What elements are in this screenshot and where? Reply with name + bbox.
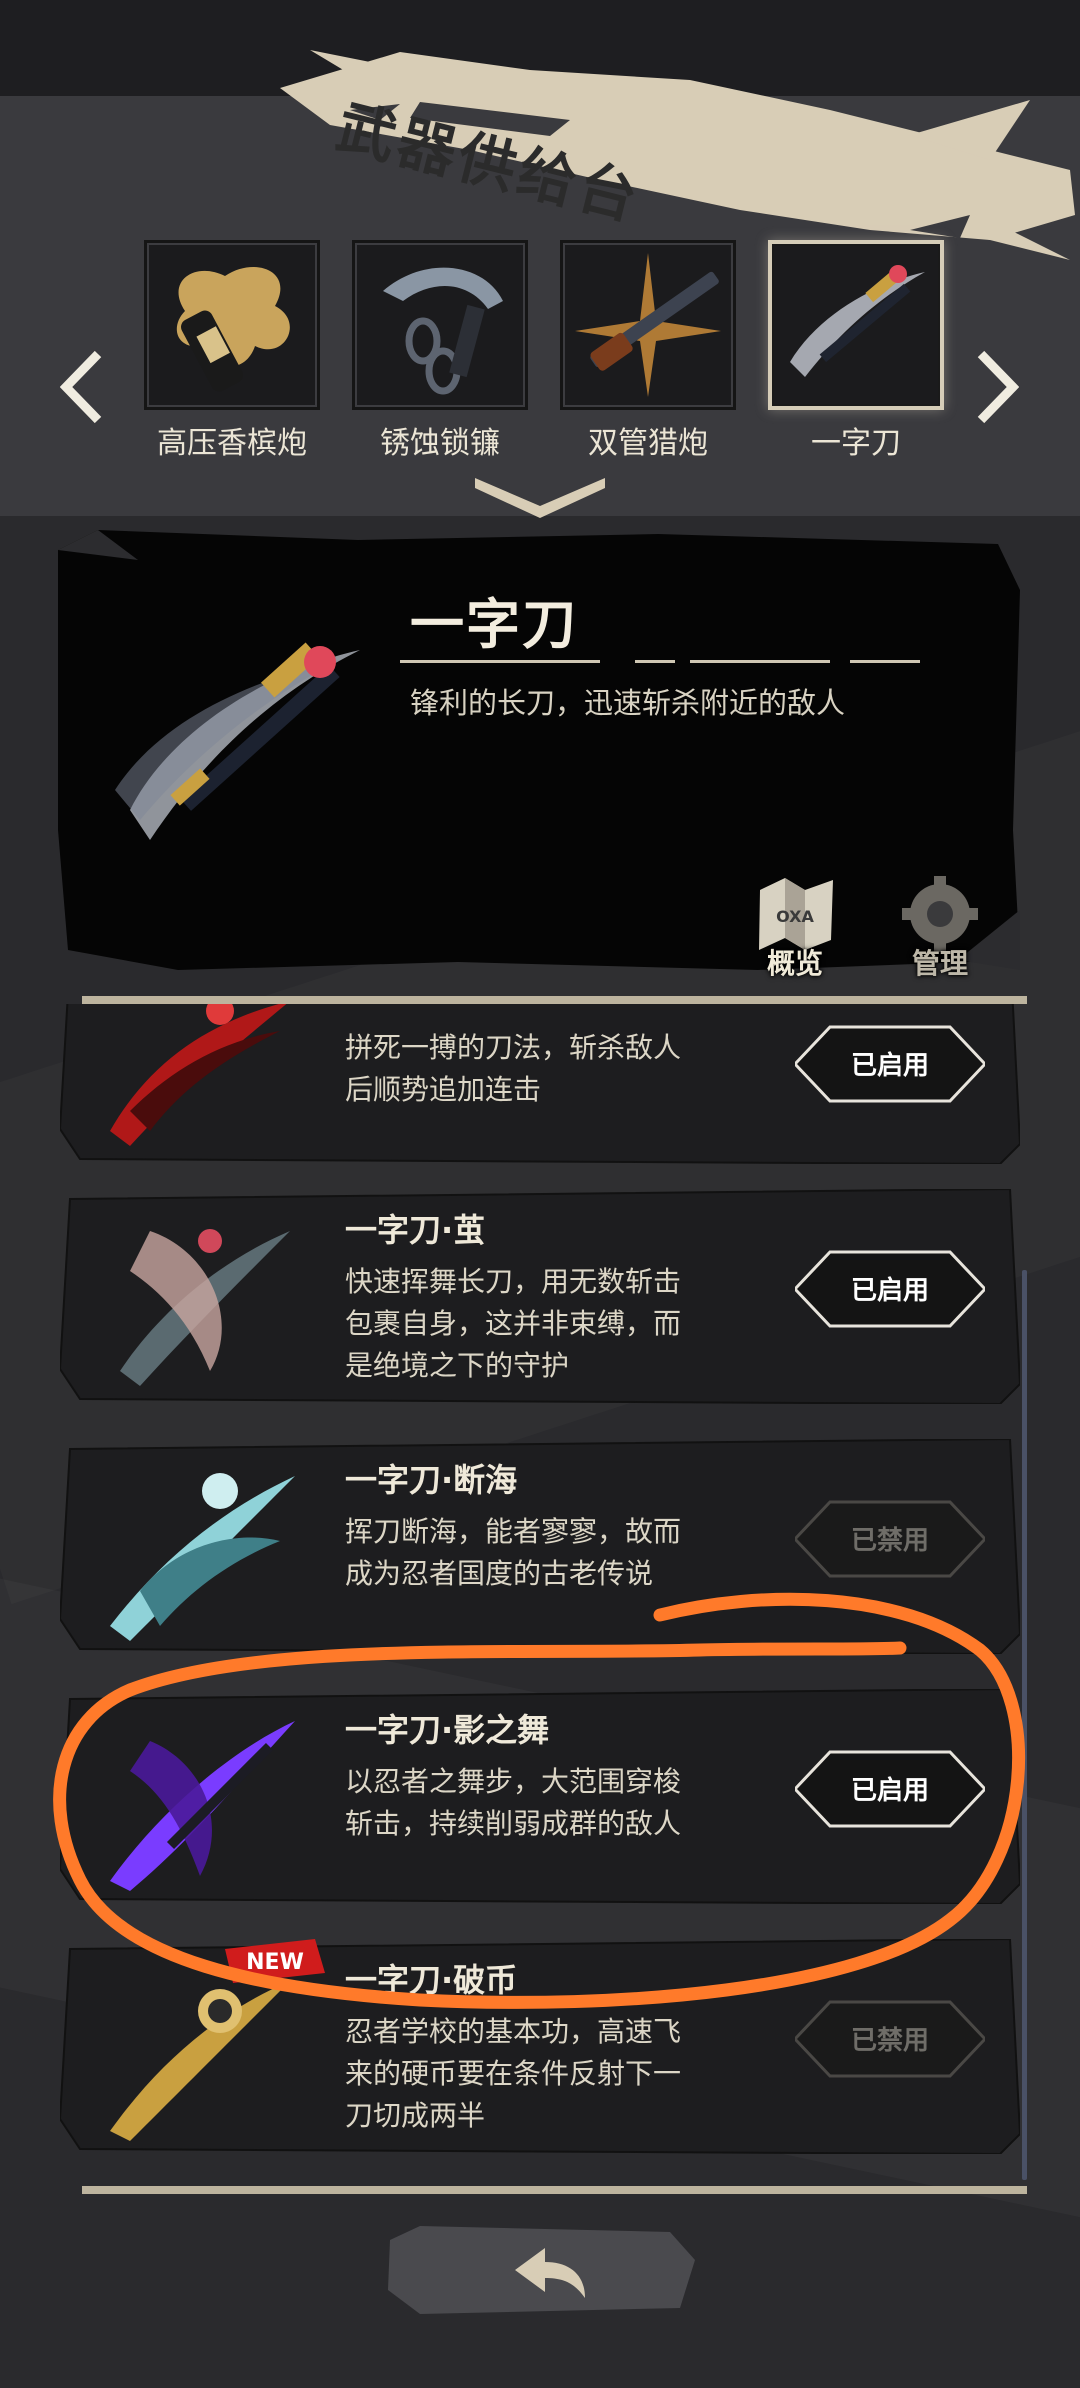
skill-description: 以忍者之舞步，大范围穿梭 斩击，持续削弱成群的敌人 [345, 1761, 725, 1845]
title-divider [400, 660, 920, 663]
weapon-slot-label: 锈蚀锁镰 [380, 426, 500, 461]
skill-description-line: 忍者学校的基本功，高速飞 [345, 2015, 682, 2048]
list-rail-bottom [82, 2186, 1027, 2194]
weapon-slot-katana[interactable]: 一字刀 [768, 240, 944, 470]
skill-toggle-button[interactable]: 已禁用 [795, 1994, 985, 2084]
weapon-slot-champagne-cannon[interactable]: 高压香槟炮 [144, 240, 320, 470]
skill-description-line: 刀切成两半 [345, 2099, 486, 2132]
weapon-slot-chain-sickle[interactable]: 锈蚀锁镰 [352, 240, 528, 470]
chain-sickle-icon [383, 267, 503, 395]
skill-status-label: 已禁用 [850, 2026, 929, 2056]
skill-description-line: 拼死一搏的刀法，斩杀敌人 [345, 1031, 682, 1064]
skill-description-line: 斩击，持续削弱成群的敌人 [345, 1807, 682, 1840]
weapon-slot-label: 一字刀 [811, 426, 901, 461]
back-arrow-icon [388, 2226, 695, 2314]
weapon-description: 锋利的长刀，迅速斩杀附近的敌人 [410, 686, 846, 720]
slot-frame [352, 240, 528, 410]
skill-description: 快速挥舞长刀，用无数斩击 包裹自身，这并非束缚，而 是绝境之下的守护 [345, 1261, 725, 1387]
skill-description-line: 快速挥舞长刀，用无数斩击 [345, 1265, 682, 1298]
back-button[interactable] [380, 2220, 700, 2320]
skill-toggle-button[interactable]: 已启用 [795, 1019, 985, 1109]
skill-toggle-button[interactable]: 已启用 [795, 1744, 985, 1834]
skill-list[interactable]: 拼死一搏的刀法，斩杀敌人 后顺势追加连击 已启用 一字刀·茧 快速挥舞长刀，用无… [60, 1004, 1045, 2186]
skill-status-label: 已启用 [850, 1276, 929, 1306]
skill-name: 一字刀·茧 [345, 1211, 486, 1249]
skill-toggle-button[interactable]: 已禁用 [795, 1494, 985, 1584]
manage-label: 管理 [911, 947, 968, 980]
double-barrel-gun-icon [575, 253, 721, 397]
title-banner: 武器供给台 [270, 40, 1080, 270]
skill-card: NEW 一字刀·破币 忍者学校的基本功，高速飞 来的硬币要在条件反射下一 刀切成… [60, 1939, 1020, 2154]
list-rail-top [82, 996, 1027, 1004]
skill-description-line: 是绝境之下的守护 [345, 1349, 570, 1382]
skill-name: 一字刀·破币 [345, 1961, 518, 1999]
slot-frame [560, 240, 736, 410]
next-arrow-icon[interactable] [975, 350, 1020, 424]
skill-card: 一字刀·茧 快速挥舞长刀，用无数斩击 包裹自身，这并非束缚，而 是绝境之下的守护… [60, 1189, 1020, 1404]
weapon-name: 一字刀 [410, 593, 578, 656]
list-scrollbar[interactable] [1022, 1270, 1027, 2180]
skill-status-label: 已禁用 [850, 1526, 929, 1556]
skill-description: 忍者学校的基本功，高速飞 来的硬币要在条件反射下一 刀切成两半 [345, 2011, 725, 2137]
skill-name: 一字刀·影之舞 [345, 1711, 550, 1749]
skill-description-line: 成为忍者国度的古老传说 [345, 1557, 654, 1590]
overview-button[interactable]: OXA 概览 [745, 870, 845, 982]
skill-card: 一字刀·影之舞 以忍者之舞步，大范围穿梭 斩击，持续削弱成群的敌人 已启用 [60, 1689, 1020, 1904]
svg-text:NEW: NEW [246, 1950, 304, 1975]
skill-card: 一字刀·断海 挥刀断海，能者寥寥，故而 成为忍者国度的古老传说 已禁用 [60, 1439, 1020, 1654]
skill-toggle-button[interactable]: 已启用 [795, 1244, 985, 1334]
skill-card: 拼死一搏的刀法，斩杀敌人 后顺势追加连击 已启用 [60, 1004, 1020, 1164]
skill-description-line: 以忍者之舞步，大范围穿梭 [345, 1765, 682, 1798]
skill-sea-splitter-icon [110, 1473, 295, 1641]
overview-label: 概览 [766, 947, 823, 980]
skill-shadow-dance-icon [110, 1721, 295, 1891]
skill-description: 挥刀断海，能者寥寥，故而 成为忍者国度的古老传说 [345, 1511, 725, 1595]
previous-arrow-icon[interactable] [59, 350, 104, 424]
skill-cocoon-icon [120, 1229, 290, 1386]
katana-icon [790, 265, 925, 377]
weapon-slot-double-barrel[interactable]: 双管猎炮 [560, 240, 736, 470]
weapon-slot-label: 双管猎炮 [588, 426, 708, 461]
skill-status-label: 已启用 [850, 1051, 929, 1081]
skill-name: 一字刀·断海 [345, 1461, 518, 1499]
champagne-cannon-icon [176, 267, 290, 392]
weapon-selector: 高压香槟炮 锈蚀锁镰 双管猎炮 一字刀 [0, 240, 1080, 470]
skill-description-line: 挥刀断海，能者寥寥，故而 [345, 1515, 682, 1548]
skill-description-line: 包裹自身，这并非束缚，而 [345, 1307, 682, 1340]
katana-large-icon [115, 642, 360, 840]
slot-frame [144, 240, 320, 410]
skill-crimson-slash-icon [110, 1004, 287, 1146]
weapon-slot-label: 高压香槟炮 [157, 426, 307, 461]
manage-button[interactable]: 管理 [890, 870, 990, 982]
slot-frame [768, 240, 944, 410]
svg-text:OXA: OXA [776, 907, 814, 926]
skill-description: 拼死一搏的刀法，斩杀敌人 后顺势追加连击 [345, 1027, 725, 1111]
new-badge: NEW [225, 1939, 325, 1983]
skill-description-line: 后顺势追加连击 [345, 1073, 542, 1106]
skill-description-line: 来的硬币要在条件反射下一 [345, 2057, 682, 2090]
chevron-down-icon [475, 478, 605, 518]
skill-status-label: 已启用 [850, 1776, 929, 1806]
